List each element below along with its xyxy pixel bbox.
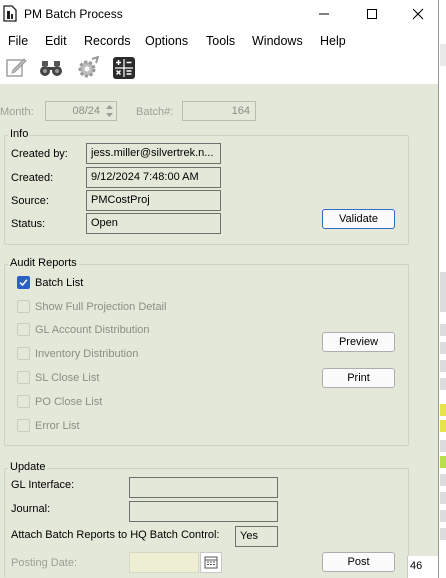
show-full-projection-checkbox[interactable] [17, 300, 30, 313]
po-close-list-checkbox[interactable] [17, 395, 30, 408]
post-button[interactable]: Post [322, 552, 395, 572]
created-by-field[interactable]: jess.miller@silvertrek.n... [86, 143, 221, 164]
source-value: PMCostProj [91, 194, 150, 206]
strip-block [440, 492, 446, 504]
batch-list-checkbox[interactable] [17, 276, 30, 289]
status-label: Status: [11, 218, 46, 230]
status-fragment-text: 46 [410, 560, 423, 572]
strip-block [440, 324, 446, 336]
spinner-arrows-icon [106, 105, 113, 117]
attach-reports-label: Attach Batch Reports to HQ Batch Control… [11, 529, 220, 541]
strip-block [440, 440, 446, 452]
strip-block [440, 474, 446, 486]
created-by-value: jess.miller@silvertrek.n... [91, 147, 214, 159]
calendar-icon [204, 556, 218, 569]
strip-block [440, 360, 446, 372]
edit-icon[interactable] [4, 56, 28, 80]
error-list-label: Error List [35, 420, 80, 432]
strip-block [440, 378, 446, 390]
validate-button[interactable]: Validate [322, 209, 395, 229]
posting-date-field[interactable] [129, 552, 199, 573]
binoculars-icon[interactable] [39, 56, 63, 80]
strip-highlight [440, 456, 446, 468]
month-spinner[interactable] [103, 102, 116, 120]
gear-icon[interactable] [76, 56, 100, 80]
menu-bar: File Edit Records Options Tools Windows … [0, 28, 438, 52]
minimize-icon [319, 13, 329, 15]
strip-highlight [440, 404, 446, 416]
info-group-title: Info [8, 128, 31, 140]
status-field[interactable]: Open [86, 213, 221, 234]
show-full-projection-label: Show Full Projection Detail [35, 301, 167, 313]
source-label: Source: [11, 195, 49, 207]
gl-interface-field[interactable] [129, 477, 278, 498]
menu-options[interactable]: Options [145, 34, 188, 48]
status-fragment: 46 [407, 556, 438, 578]
app-icon [3, 5, 17, 22]
created-field[interactable]: 9/12/2024 7:48:00 AM [86, 167, 221, 188]
menu-windows[interactable]: Windows [252, 34, 303, 48]
sl-close-list-label: SL Close List [35, 372, 100, 384]
strip-block [440, 44, 446, 66]
month-label: Month: [0, 106, 34, 118]
maximize-icon [367, 9, 377, 19]
update-group-title: Update [8, 461, 48, 473]
strip-block [440, 528, 446, 540]
source-field[interactable]: PMCostProj [86, 190, 221, 211]
batch-field[interactable]: 164 [182, 101, 256, 121]
attach-reports-value: Yes [240, 530, 258, 542]
batch-list-label: Batch List [35, 277, 84, 289]
created-label: Created: [11, 172, 54, 184]
window-title: PM Batch Process [24, 7, 123, 21]
journal-field[interactable] [129, 501, 278, 522]
maximize-button[interactable] [349, 0, 395, 28]
menu-help[interactable]: Help [320, 34, 346, 48]
close-icon [412, 8, 424, 20]
close-button[interactable] [395, 0, 441, 28]
sl-close-list-checkbox[interactable] [17, 371, 30, 384]
background-window-strip [438, 0, 446, 578]
toolbar [0, 52, 438, 84]
month-value: 08/24 [72, 105, 100, 117]
journal-label: Journal: [11, 503, 51, 515]
strip-block [440, 272, 446, 312]
batch-value: 164 [231, 105, 250, 117]
status-value: Open [91, 217, 118, 229]
title-bar[interactable]: PM Batch Process [0, 0, 438, 28]
created-by-label: Created by: [11, 148, 68, 160]
menu-file[interactable]: File [8, 34, 28, 48]
created-value: 9/12/2024 7:48:00 AM [91, 171, 199, 183]
batch-label: Batch#: [136, 106, 174, 118]
gl-account-distribution-label: GL Account Distribution [35, 324, 150, 336]
posting-date-label: Posting Date: [11, 557, 78, 569]
minimize-button[interactable] [301, 0, 347, 28]
strip-block [440, 342, 446, 354]
error-list-checkbox[interactable] [17, 419, 30, 432]
strip-highlight [440, 420, 446, 432]
preview-button[interactable]: Preview [322, 332, 395, 352]
menu-edit[interactable]: Edit [45, 34, 67, 48]
inventory-distribution-label: Inventory Distribution [35, 348, 139, 360]
inventory-distribution-checkbox[interactable] [17, 347, 30, 360]
strip-block [440, 510, 446, 522]
calculator-icon[interactable] [112, 56, 136, 80]
gl-interface-label: GL Interface: [11, 479, 75, 491]
checkmark-icon [19, 279, 28, 287]
audit-reports-title: Audit Reports [8, 257, 79, 269]
menu-tools[interactable]: Tools [206, 34, 235, 48]
po-close-list-label: PO Close List [35, 396, 103, 408]
attach-reports-field[interactable]: Yes [235, 526, 278, 547]
print-button[interactable]: Print [322, 368, 395, 388]
calendar-button[interactable] [200, 552, 222, 573]
gl-account-distribution-checkbox[interactable] [17, 323, 30, 336]
form-body: Month: 08/24 Batch#: 164 Info Created by… [0, 84, 438, 578]
menu-records[interactable]: Records [84, 34, 131, 48]
